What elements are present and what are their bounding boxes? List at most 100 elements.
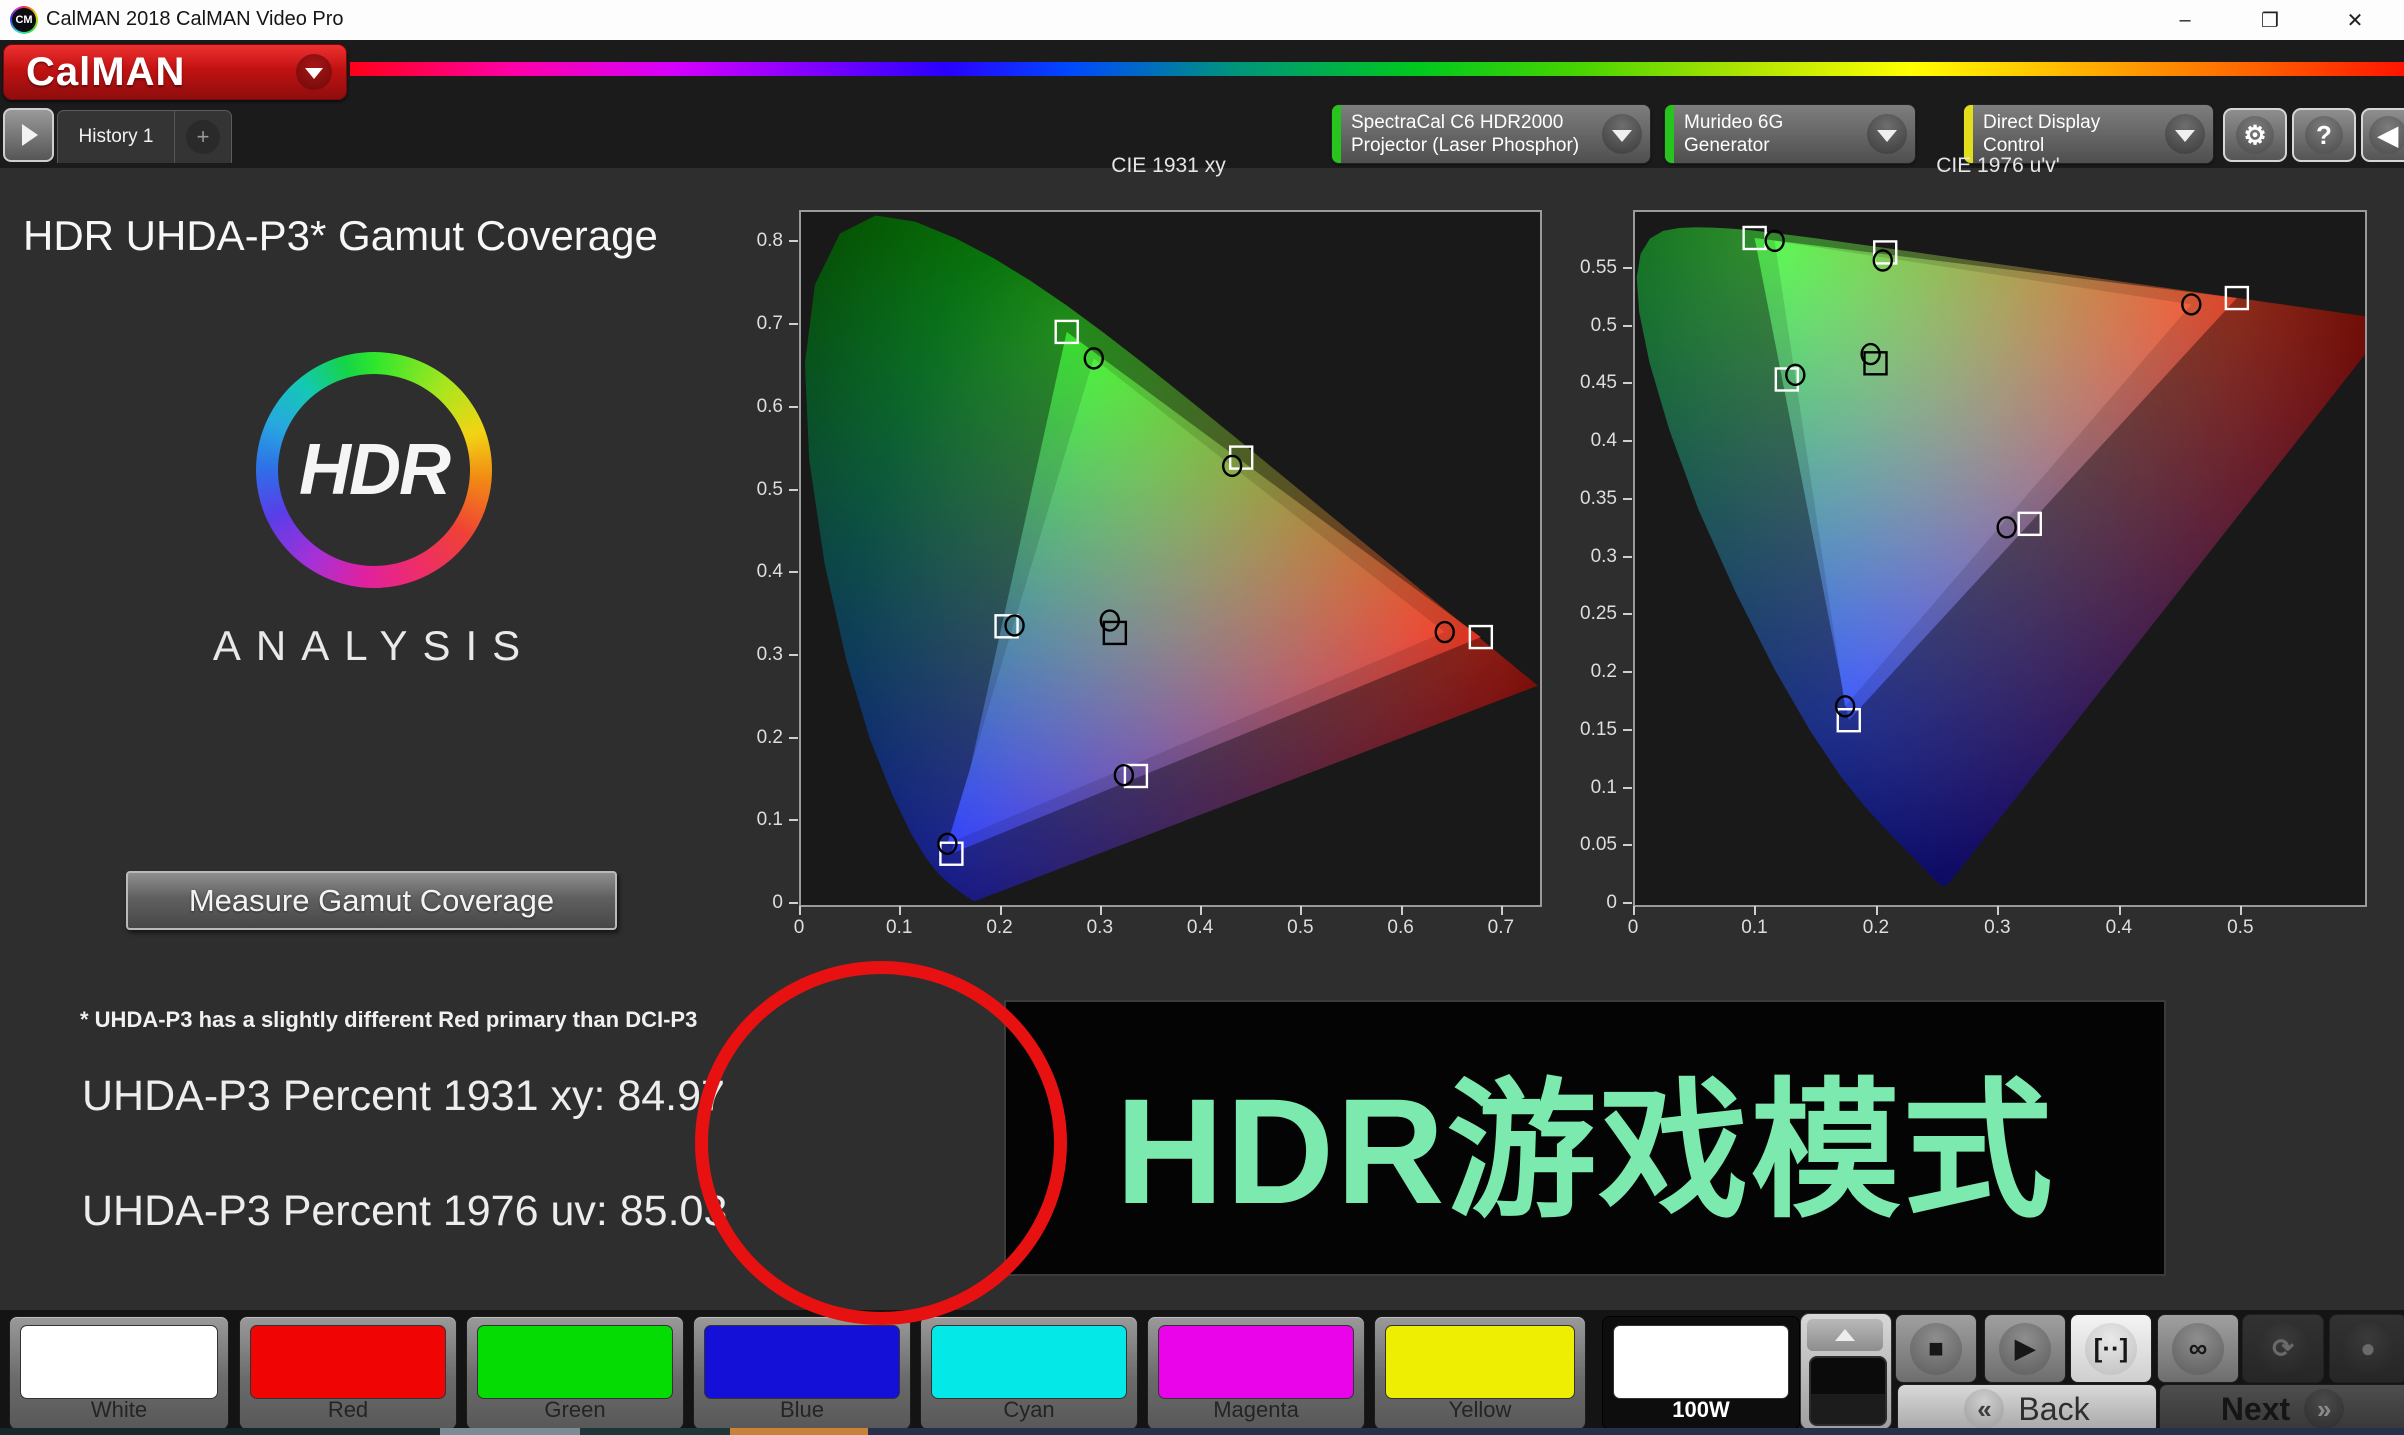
hdr-analysis-logo: HDR [256, 352, 492, 588]
continuous-button[interactable]: ∞ [2157, 1314, 2239, 1383]
meter-line1: SpectraCal C6 HDR2000 [1351, 111, 1602, 134]
color-swatch [250, 1325, 446, 1399]
y-tick [789, 902, 798, 904]
rainbow-spectrum-strip [350, 62, 2404, 76]
taskbar-edge-strip [0, 1428, 2404, 1435]
x-tick [1200, 906, 1202, 915]
result-1976-uv: UHDA-P3 Percent 1976 uv: 85.03 [82, 1187, 727, 1236]
tab-history-1[interactable]: History 1 [58, 126, 174, 148]
y-tick [1623, 325, 1632, 327]
color-swatch [1158, 1325, 1354, 1399]
collapse-panel-button[interactable]: ◀ [2361, 108, 2404, 162]
chart-svg [801, 212, 1540, 905]
range-icon: [··] [2085, 1323, 2137, 1375]
taskbar-segment [440, 1428, 580, 1435]
restore-button[interactable]: ❐ [2247, 4, 2293, 36]
hdr-logo-hole: HDR [278, 374, 470, 566]
pattern-green-button[interactable]: Green [466, 1316, 684, 1430]
calman-app-icon-text: CM [12, 8, 36, 32]
y-tick [1623, 787, 1632, 789]
history-tab-group: History 1 + [57, 110, 232, 163]
x-tick-label: 0.1 [1724, 917, 1784, 939]
workflow-expand-button[interactable] [3, 108, 54, 162]
pattern-magenta-button[interactable]: Magenta [1147, 1316, 1365, 1430]
pattern-window-preview[interactable] [1809, 1356, 1887, 1426]
x-tick-label: 0.1 [869, 917, 929, 939]
x-tick [1100, 906, 1102, 915]
continuous-icon: ∞ [2172, 1323, 2224, 1375]
pattern-label: Cyan [921, 1397, 1137, 1423]
x-tick [799, 906, 801, 915]
pattern-window-up-button[interactable] [1807, 1319, 1883, 1351]
x-tick [1997, 906, 1999, 915]
x-tick [1633, 906, 1635, 915]
y-tick-label: 0.2 [1553, 661, 1617, 683]
pattern-label: White [10, 1397, 228, 1423]
x-tick-label: 0.5 [2210, 917, 2270, 939]
pattern-cyan-button[interactable]: Cyan [920, 1316, 1138, 1430]
y-tick-label: 0 [719, 892, 783, 914]
play-button[interactable]: ▶ [1984, 1314, 2066, 1383]
y-tick-label: 0.2 [719, 727, 783, 749]
x-tick [2240, 906, 2242, 915]
y-tick-label: 0.4 [1553, 430, 1617, 452]
measure-gamut-coverage-button[interactable]: Measure Gamut Coverage [126, 871, 617, 930]
x-tick-label: 0.5 [1270, 917, 1330, 939]
x-tick-label: 0.6 [1371, 917, 1431, 939]
y-tick [789, 489, 798, 491]
y-tick [789, 323, 798, 325]
y-tick-label: 0.5 [1553, 315, 1617, 337]
next-button[interactable]: Next » [2159, 1384, 2404, 1434]
pattern-100w-button[interactable]: 100W [1602, 1316, 1800, 1430]
y-tick [789, 571, 798, 573]
record-button[interactable]: ● [2329, 1314, 2404, 1383]
y-tick-label: 0.1 [1553, 777, 1617, 799]
refresh-button[interactable]: ⟳ [2242, 1314, 2324, 1383]
next-button-label: Next [2221, 1391, 2290, 1428]
pattern-white-button[interactable]: White [9, 1316, 229, 1430]
y-tick-label: 0.45 [1553, 372, 1617, 394]
x-tick [1000, 906, 1002, 915]
back-button[interactable]: « Back [1897, 1384, 2157, 1434]
y-tick-label: 0.7 [719, 313, 783, 335]
taskbar-segment [868, 1428, 2404, 1435]
y-tick-label: 0.05 [1553, 834, 1617, 856]
y-tick-label: 0.25 [1553, 603, 1617, 625]
help-icon: ? [2305, 116, 2343, 154]
y-tick [1623, 613, 1632, 615]
x-tick-label: 0.2 [970, 917, 1030, 939]
close-button[interactable]: ✕ [2332, 4, 2378, 36]
calman-menu-arrow-icon [296, 54, 332, 90]
record-icon: ● [2342, 1323, 2394, 1375]
pattern-red-button[interactable]: Red [239, 1316, 457, 1430]
x-tick-label: 0.3 [1070, 917, 1130, 939]
hdr-logo-text: HDR [299, 429, 449, 511]
y-tick [789, 406, 798, 408]
x-tick-label: 0.7 [1471, 917, 1531, 939]
cie-1976-chart: CIE 1976 u'v'00.10.20.30.40.500.050.10.1… [1553, 178, 2383, 951]
title-bar: CM CalMAN 2018 CalMAN Video Pro – ❐ ✕ [0, 0, 2404, 41]
y-tick [1623, 382, 1632, 384]
y-tick-label: 0.15 [1553, 719, 1617, 741]
x-tick-label: 0.3 [1967, 917, 2027, 939]
y-tick [1623, 729, 1632, 731]
add-tab-button[interactable]: + [175, 120, 231, 154]
calman-menu-button[interactable]: CalMAN [3, 44, 347, 100]
pattern-yellow-button[interactable]: Yellow [1374, 1316, 1586, 1430]
taskbar-segment [580, 1428, 730, 1435]
cie-1931-chart: CIE 1931 xy00.10.20.30.40.50.60.700.10.2… [719, 178, 1558, 951]
y-tick [789, 654, 798, 656]
y-tick [789, 240, 798, 242]
x-tick-label: 0.2 [1846, 917, 1906, 939]
pattern-label: Green [467, 1397, 683, 1423]
x-tick [1300, 906, 1302, 915]
minimize-button[interactable]: – [2162, 4, 2208, 36]
y-tick [1623, 671, 1632, 673]
pattern-blue-button[interactable]: Blue [693, 1316, 911, 1430]
page-title: HDR UHDA-P3* Gamut Coverage [23, 212, 658, 260]
stop-button[interactable]: ■ [1895, 1314, 1977, 1383]
chart-title: CIE 1931 xy [799, 154, 1538, 178]
range-button[interactable]: [··] [2070, 1314, 2152, 1383]
chart-plot-area [1633, 210, 2367, 907]
chevron-down-icon [1867, 114, 1907, 154]
